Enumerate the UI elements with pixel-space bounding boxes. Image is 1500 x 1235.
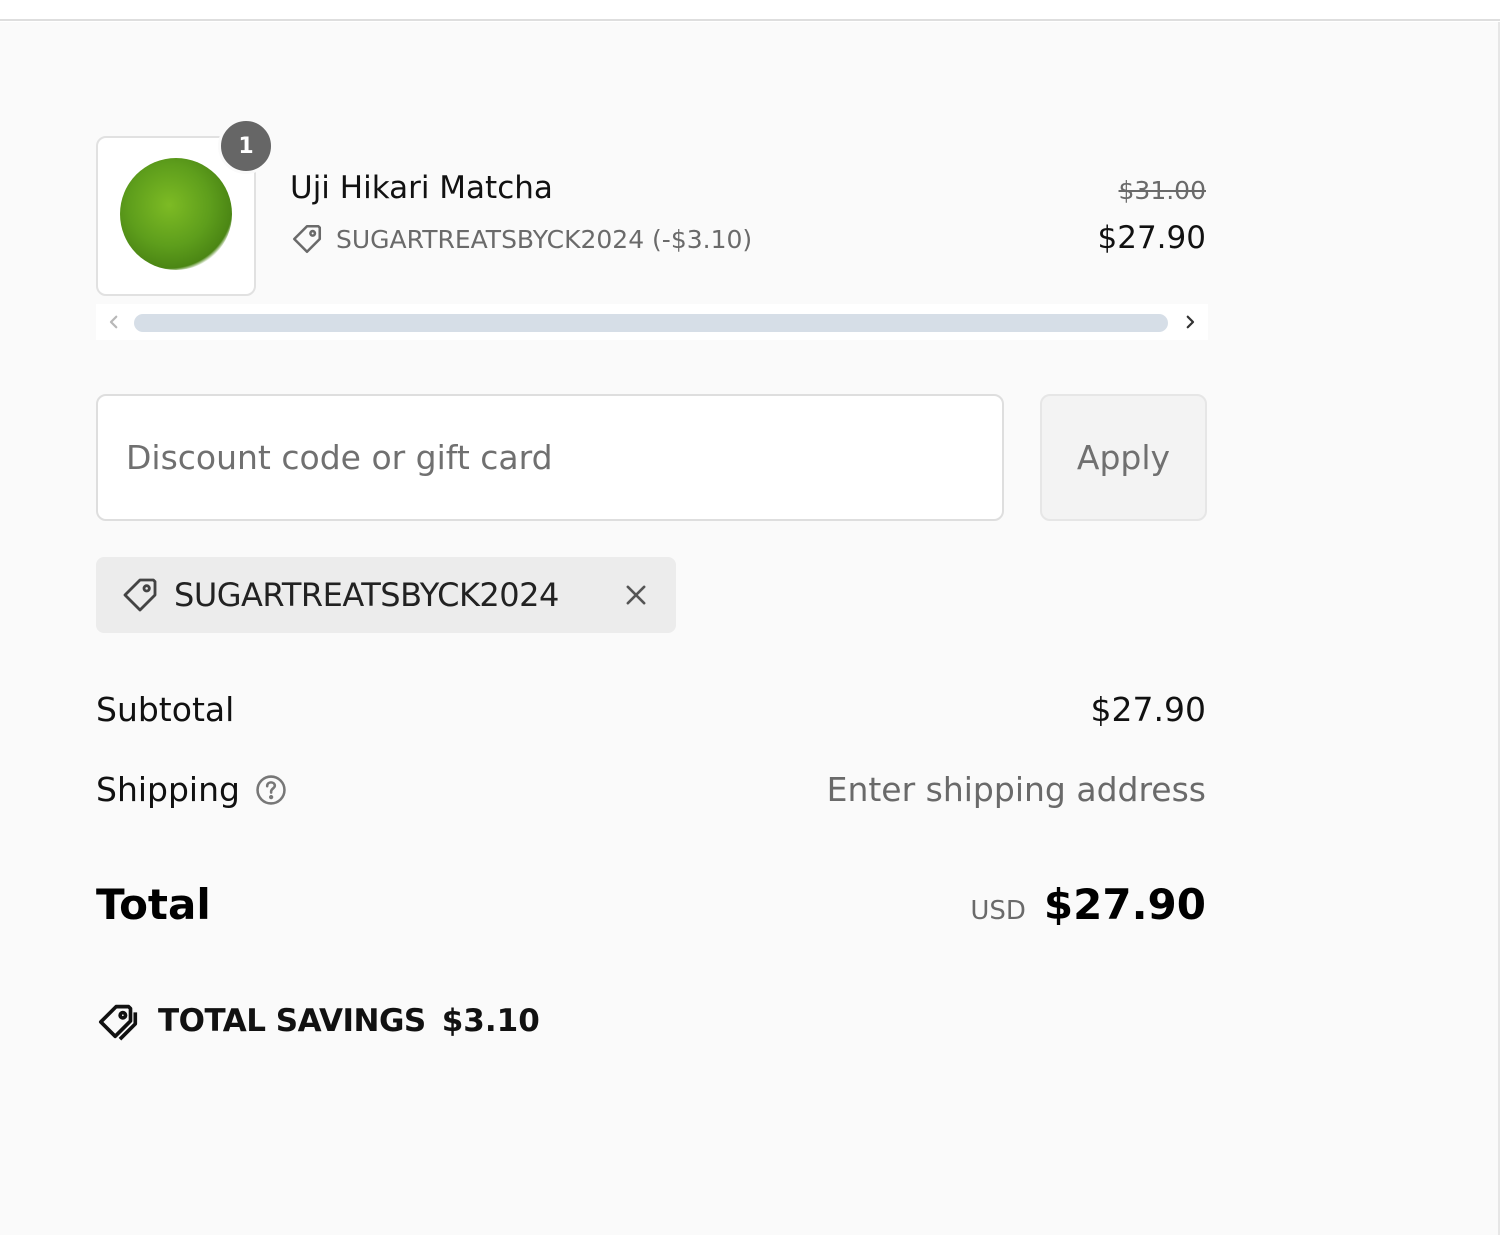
item-price: $27.90 xyxy=(1097,220,1206,256)
scroll-right-icon[interactable] xyxy=(1178,310,1202,334)
remove-discount-close-icon[interactable] xyxy=(618,577,654,613)
shipping-row-label: Shipping xyxy=(96,770,288,809)
original-price: $31.00 xyxy=(1118,176,1206,205)
scrollbar-thumb[interactable] xyxy=(134,314,1168,332)
discount-code-input[interactable] xyxy=(96,394,1004,521)
subtotal-value: $27.90 xyxy=(1090,690,1206,729)
shipping-label: Shipping xyxy=(96,770,240,809)
total-label: Total xyxy=(96,880,211,929)
currency-code: USD xyxy=(970,896,1026,926)
item-discount-code: SUGARTREATSBYCK2024 (-$3.10) xyxy=(336,224,753,254)
apply-button[interactable]: Apply xyxy=(1040,394,1207,521)
product-name: Uji Hikari Matcha xyxy=(290,170,553,206)
tag-icon xyxy=(292,224,322,254)
total-value: $27.90 xyxy=(1043,880,1206,929)
quantity-badge: 1 xyxy=(218,118,274,174)
total-savings: TOTAL SAVINGS $3.10 xyxy=(96,998,540,1044)
total-savings-value: $3.10 xyxy=(441,1003,540,1039)
page-top-bar xyxy=(0,0,1500,21)
tag-icon xyxy=(123,578,157,612)
total-amount: USD $27.90 xyxy=(970,880,1206,929)
scroll-left-icon[interactable] xyxy=(102,310,126,334)
matcha-powder-image xyxy=(120,158,232,270)
help-question-icon[interactable] xyxy=(254,773,288,807)
horizontal-scrollbar[interactable] xyxy=(96,304,1208,340)
shipping-value: Enter shipping address xyxy=(826,770,1206,809)
subtotal-label: Subtotal xyxy=(96,690,235,729)
item-discount-line: SUGARTREATSBYCK2024 (-$3.10) xyxy=(290,222,752,256)
applied-discount-code: SUGARTREATSBYCK2024 xyxy=(174,576,559,614)
applied-discount-chip: SUGARTREATSBYCK2024 xyxy=(96,557,676,633)
tags-icon xyxy=(98,1004,138,1041)
total-savings-label: TOTAL SAVINGS xyxy=(158,1003,426,1039)
